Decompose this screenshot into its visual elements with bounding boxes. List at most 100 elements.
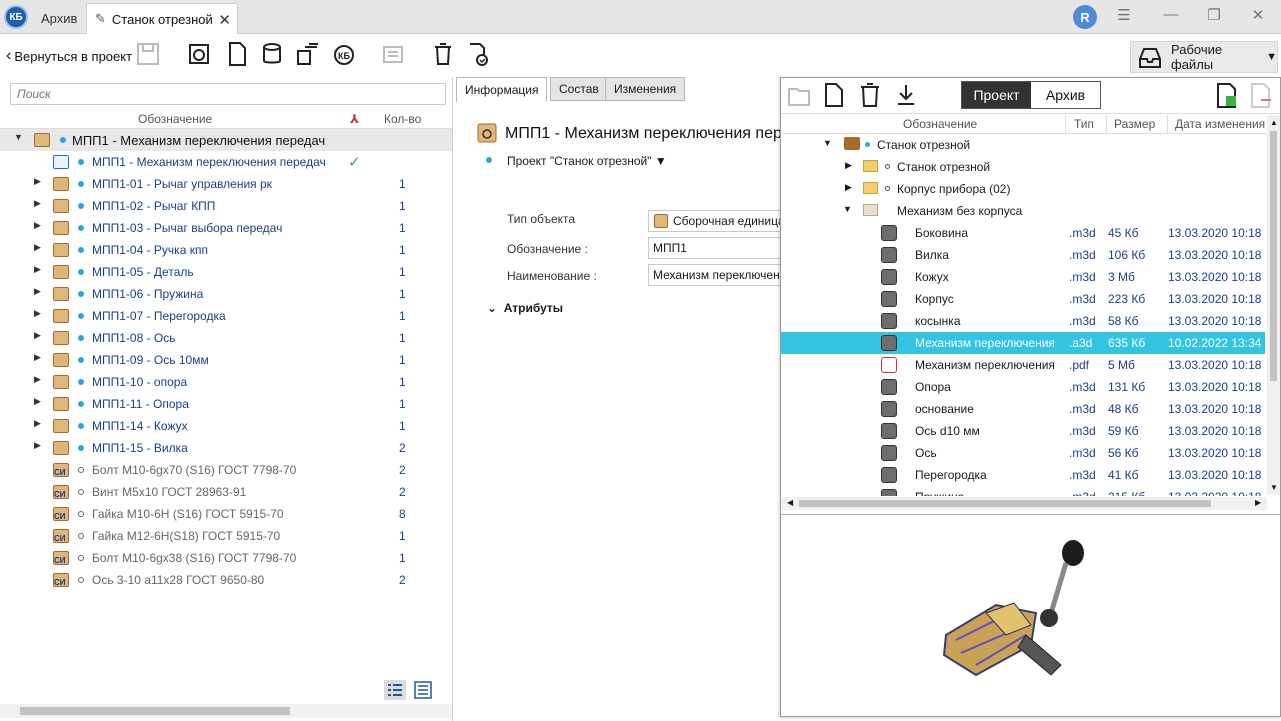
expand-right-icon[interactable]: ▶ — [34, 308, 44, 319]
tree-row[interactable]: ▶ МПП1-11 - Опора 1 — [0, 393, 452, 415]
menu-icon[interactable]: ☰ — [1113, 6, 1135, 26]
file-row[interactable]: Пружина .m3d 215 Кб 13.03.2020 10:18 — [781, 486, 1265, 496]
workfiles-button[interactable]: Рабочие файлы ▼ — [1130, 41, 1278, 73]
file-row[interactable]: Вилка .m3d 106 Кб 13.03.2020 10:18 — [781, 244, 1265, 266]
file-row[interactable]: Ось .m3d 56 Кб 13.03.2020 10:18 — [781, 442, 1265, 464]
expand-right-icon[interactable]: ▶ — [34, 440, 44, 451]
expand-right-icon[interactable]: ▶ — [845, 160, 852, 171]
new-document-icon[interactable] — [224, 41, 250, 67]
export-file-icon[interactable] — [1249, 82, 1273, 110]
expand-right-icon[interactable]: ▶ — [34, 418, 44, 429]
tree-row[interactable]: ▶ МПП1-04 - Ручка кпп 1 — [0, 239, 452, 261]
tree-row[interactable]: Болт М10-6gx70 (S16) ГОСТ 7798-70 2 — [0, 459, 452, 481]
expand-right-icon[interactable]: ▶ — [34, 220, 44, 231]
tab-changes[interactable]: Изменения — [605, 77, 686, 101]
save-to-archive-icon[interactable] — [1215, 82, 1239, 110]
scroll-down-icon[interactable]: ▼ — [1270, 483, 1278, 492]
file-row[interactable]: Боковина .m3d 45 Кб 13.03.2020 10:18 — [781, 222, 1265, 244]
tree-row[interactable]: Болт М10-6gx38 (S16) ГОСТ 7798-70 1 — [0, 547, 452, 569]
minimize-icon[interactable]: — — [1160, 6, 1182, 26]
list-view-icon[interactable] — [384, 680, 406, 700]
folder-row[interactable]: ▼ Станок отрезной — [781, 134, 1265, 156]
file-row[interactable]: Ось d10 мм .m3d 59 Кб 13.03.2020 10:18 — [781, 420, 1265, 442]
tree-row[interactable]: ▶ МПП1-07 - Перегородка 1 — [0, 305, 452, 327]
horizontal-scrollbar[interactable] — [0, 704, 452, 718]
tree-row[interactable]: Гайка М12-6Н(S18) ГОСТ 5915-70 1 — [0, 525, 452, 547]
expand-right-icon[interactable]: ▶ — [845, 182, 852, 193]
trash-icon[interactable] — [430, 41, 456, 67]
vertical-scrollbar[interactable]: ▲ ▼ — [1267, 115, 1280, 495]
expand-right-icon[interactable]: ▶ — [34, 198, 44, 209]
tree-row[interactable]: Винт М5x10 ГОСТ 28963-91 2 — [0, 481, 452, 503]
standard-part-icon[interactable]: КБ — [331, 41, 357, 67]
scroll-thumb[interactable] — [799, 500, 1211, 507]
tree-row[interactable]: МПП1 - Механизм переключения передач ✓ — [0, 151, 452, 173]
folder-row[interactable]: ▶ Станок отрезной — [781, 156, 1265, 178]
file-check-icon[interactable] — [465, 41, 491, 67]
detail-view-icon[interactable] — [413, 680, 433, 700]
tree-row[interactable]: ▶ МПП1-09 - Ось 10мм 1 — [0, 349, 452, 371]
download-icon[interactable] — [895, 82, 917, 108]
tree-row[interactable]: ▶ МПП1-14 - Кожух 1 — [0, 415, 452, 437]
file-row[interactable]: Механизм переключения .pdf 5 Мб 13.03.2020 … — [781, 354, 1265, 376]
part-icon[interactable] — [259, 41, 285, 67]
tree-row[interactable]: ▶ МПП1-02 - Рычаг КПП 1 — [0, 195, 452, 217]
tab-lathe[interactable]: ✎ Станок отрезной ✕ — [86, 3, 238, 34]
date-column[interactable]: Дата изменения — [1175, 117, 1265, 131]
tab-composition[interactable]: Состав — [550, 77, 608, 101]
close-tab-icon[interactable]: ✕ — [218, 11, 231, 29]
model-preview[interactable] — [781, 514, 1280, 716]
tab-archive[interactable]: Архив — [33, 3, 85, 34]
tree-row[interactable]: ▶ МПП1-15 - Вилка 2 — [0, 437, 452, 459]
tree-row[interactable]: ▶ МПП1-03 - Рычаг выбора передач 1 — [0, 217, 452, 239]
search-input[interactable] — [10, 83, 446, 105]
scroll-thumb[interactable] — [20, 707, 290, 715]
expand-right-icon[interactable]: ▶ — [34, 286, 44, 297]
new-file-icon[interactable] — [823, 82, 845, 108]
expand-right-icon[interactable]: ▶ — [34, 396, 44, 407]
tree-row[interactable]: ▶ МПП1-06 - Пружина 1 — [0, 283, 452, 305]
file-row[interactable]: Опора .m3d 131 Кб 13.03.2020 10:18 — [781, 376, 1265, 398]
delete-icon[interactable] — [859, 82, 881, 108]
file-row[interactable]: косынка .m3d 58 Кб 13.03.2020 10:18 — [781, 310, 1265, 332]
expand-right-icon[interactable]: ▶ — [34, 374, 44, 385]
segment-project[interactable]: Проект — [962, 82, 1031, 108]
folder-open-icon[interactable] — [787, 84, 813, 108]
scroll-right-icon[interactable]: ▶ — [1255, 498, 1261, 507]
attributes-section[interactable]: ⌄ Атрибуты — [487, 301, 563, 315]
parts-stack-icon[interactable] — [295, 41, 321, 67]
assembly-open-icon[interactable] — [186, 41, 212, 67]
tree-root-row[interactable]: ▼ МПП1 - Механизм переключения передач — [0, 129, 452, 151]
expand-right-icon[interactable]: ▶ — [34, 352, 44, 363]
expand-right-icon[interactable]: ▶ — [34, 330, 44, 341]
object-type-field[interactable]: Сборочная единица — [648, 210, 788, 232]
back-to-project-button[interactable]: ‹ Вернуться в проект — [6, 47, 132, 65]
file-row[interactable]: Корпус .m3d 223 Кб 13.03.2020 10:18 — [781, 288, 1265, 310]
tab-information[interactable]: Информация — [456, 77, 548, 102]
project-selector[interactable]: Проект "Станок отрезной" ▼ — [507, 154, 667, 168]
tree-row[interactable]: ▶ МПП1-10 - опора 1 — [0, 371, 452, 393]
user-avatar[interactable]: R — [1073, 5, 1097, 29]
scroll-thumb[interactable] — [1270, 131, 1277, 381]
designation-field[interactable]: МПП1 — [648, 237, 788, 259]
file-row[interactable]: Кожух .m3d 3 Мб 13.03.2020 10:18 — [781, 266, 1265, 288]
file-row[interactable]: Перегородка .m3d 41 Кб 13.03.2020 10:18 — [781, 464, 1265, 486]
expand-right-icon[interactable]: ▶ — [34, 176, 44, 187]
expand-down-icon[interactable]: ▼ — [843, 204, 852, 214]
tree-row[interactable]: ▶ МПП1-05 - Деталь 1 — [0, 261, 452, 283]
tree-row[interactable]: Ось 3-10 а11х28 ГОСТ 9650-80 2 — [0, 569, 452, 591]
designation-header[interactable]: Обозначение — [138, 112, 212, 126]
expand-down-icon[interactable]: ▼ — [823, 138, 832, 148]
properties-icon[interactable] — [380, 41, 406, 67]
name-field[interactable]: Механизм переключения — [648, 264, 788, 286]
tree-row[interactable]: Гайка М10-6Н (S16) ГОСТ 5915-70 8 — [0, 503, 452, 525]
file-row[interactable]: основание .m3d 48 Кб 13.03.2020 10:18 — [781, 398, 1265, 420]
restore-icon[interactable]: ❐ — [1203, 6, 1225, 26]
save-icon[interactable] — [135, 41, 161, 67]
scroll-up-icon[interactable]: ▲ — [1270, 118, 1278, 127]
expand-down-icon[interactable]: ▼ — [14, 132, 24, 142]
horizontal-scrollbar[interactable]: ◀ ▶ — [781, 497, 1267, 510]
file-row[interactable]: Механизм переключения .a3d 635 Кб 10.02.202… — [781, 332, 1265, 354]
expand-right-icon[interactable]: ▶ — [34, 264, 44, 275]
window-close-icon[interactable]: ✕ — [1247, 6, 1269, 26]
